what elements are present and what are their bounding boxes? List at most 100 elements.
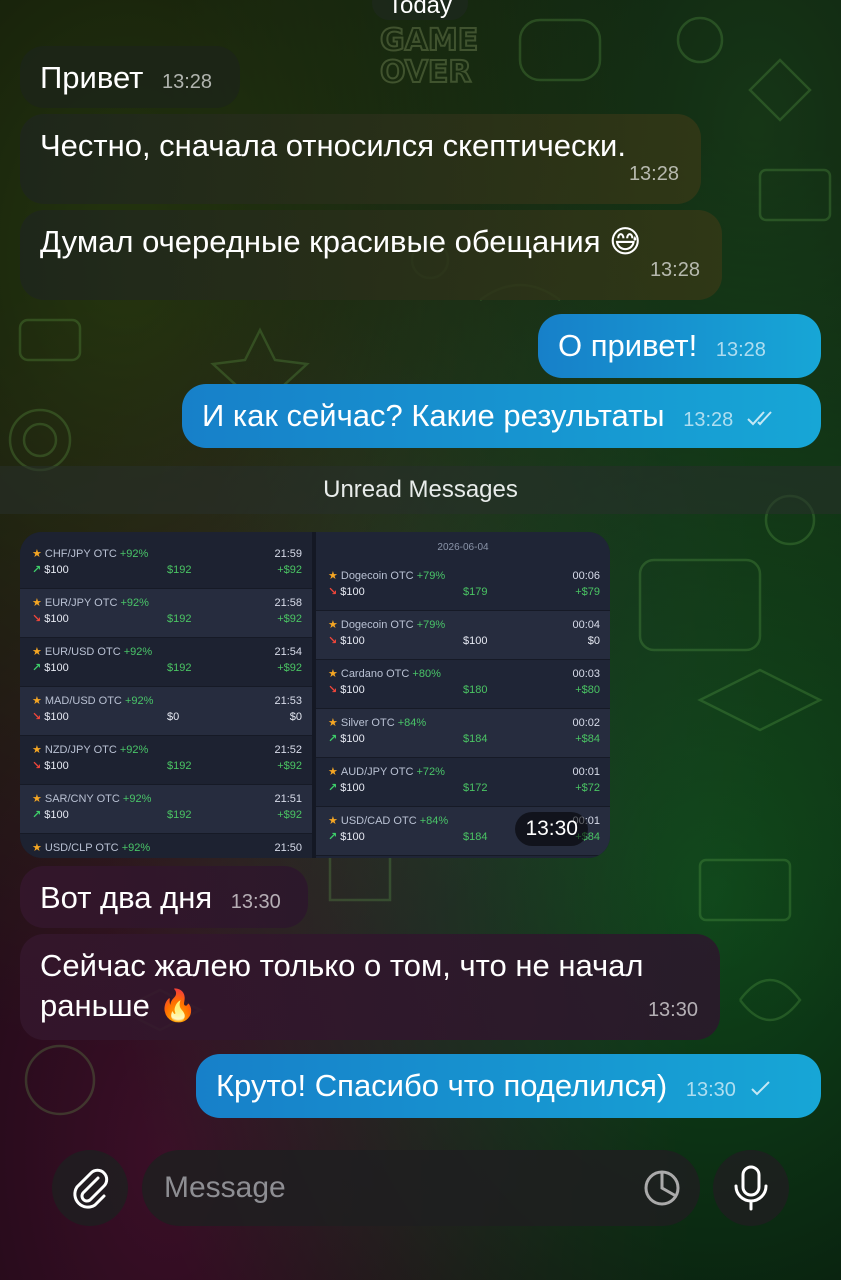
message-outgoing[interactable]: О привет! 13:28 [538,314,821,400]
arrow-up-icon: ↗ [32,809,42,821]
trade-payout: $192 [167,809,192,821]
message-incoming[interactable]: Честно, сначала относился скептически. 1… [20,114,701,204]
photo-message[interactable]: ★ CHF/JPY OTC +92% 21:59 ↗ $100 $192 +$92 ★ EUR/… [20,532,610,858]
trade-payout: $180 [463,684,488,696]
trade-row: ★ USD/CLP OTC +92% 21:50 [20,834,312,858]
star-icon: ★ [328,766,338,778]
message-time: 13:28 [628,163,679,185]
arrow-up-icon: ↗ [328,831,338,843]
star-icon: ★ [32,842,42,854]
trade-payout: $192 [167,613,192,625]
date-pill: Today [372,0,468,20]
trade-payout: $172 [463,782,488,794]
trade-amount: ↗ $100 [32,564,69,576]
trade-time: 21:50 [274,842,302,854]
trade-amount: ↗ $100 [328,831,365,843]
trade-time: 21:52 [274,744,302,756]
arrow-up-icon: ↗ [328,733,338,745]
trade-profit: +$80 [575,684,600,696]
trade-row: ★ SAR/CNY OTC +92% 21:51 ↗ $100 $192 +$92 [20,785,312,834]
trade-date: 2026-06-04 [437,542,489,553]
message-text: Привет [40,60,144,95]
message-time: 13:30 [685,1079,736,1101]
message-input-container[interactable] [142,1150,700,1226]
trade-row: ★ MAD/USD OTC +92% 21:53 ↘ $100 $0 $0 [20,687,312,736]
trade-row: ★ EUR/JPY OTC +92% 21:58 ↘ $100 $192 +$92 [20,589,312,638]
paperclip-icon [73,1168,109,1209]
arrow-down-icon: ↘ [32,711,42,723]
svg-text:OVER: OVER [380,55,472,90]
message-outgoing[interactable]: Круто! Спасибо что поделился) 13:30 [196,1054,821,1118]
trade-pair: ★ USD/CLP OTC +92% [32,842,151,854]
message-time: 13:28 [715,339,766,361]
arrow-down-icon: ↘ [328,586,338,598]
message-time: 13:30 [230,891,281,913]
trade-row: ★ CHF/JPY OTC +92% 21:59 ↗ $100 $192 +$92 [20,540,312,589]
message-text: О привет! [558,328,698,363]
message-text: И как сейчас? Какие результаты [202,398,665,433]
message-text: Сейчас жалею только о том, что не начал … [40,948,644,1023]
trade-pair: ★ EUR/JPY OTC +92% [32,597,149,609]
message-incoming[interactable]: Сейчас жалею только о том, что не начал … [20,934,720,1040]
trade-payout: $184 [463,831,488,843]
trade-amount: ↘ $100 [32,760,69,772]
trade-profit: +$92 [277,564,302,576]
trade-pair: ★ Dogecoin OTC +79% [328,570,446,582]
message-text: Вот два дня [40,880,213,915]
trade-time: 00:06 [572,570,600,582]
trade-payout: $179 [463,586,488,598]
trade-amount: ↘ $100 [328,586,365,598]
svg-text:GAME: GAME [380,23,478,58]
trade-profit: +$92 [277,809,302,821]
trade-pair: ★ CHF/JPY OTC +92% [32,548,149,560]
microphone-icon [734,1165,768,1211]
arrow-down-icon: ↘ [328,635,338,647]
attach-button[interactable] [52,1150,128,1226]
trade-amount: ↘ $100 [32,613,69,625]
trade-amount: ↘ $100 [32,711,69,723]
trade-pair: ★ Silver OTC +84% [328,717,427,729]
trade-profit: +$72 [575,782,600,794]
trade-payout: $100 [463,635,488,647]
arrow-down-icon: ↘ [32,760,42,772]
trade-row: ★ EUR/USD OTC +92% 21:54 ↗ $100 $192 +$92 [20,638,312,687]
arrow-up-icon: ↗ [32,662,42,674]
microphone-button[interactable] [713,1150,789,1226]
trade-pair: ★ EUR/USD OTC +92% [32,646,153,658]
star-icon: ★ [32,548,42,560]
trade-pair: ★ Dogecoin OTC +79% [328,619,446,631]
trade-time: 21:51 [274,793,302,805]
trade-pair: ★ NZD/JPY OTC +92% [32,744,149,756]
trade-time: 00:02 [572,717,600,729]
arrow-down-icon: ↘ [328,684,338,696]
message-time: 13:28 [683,409,734,431]
trade-profit: +$92 [277,662,302,674]
trade-amount: ↗ $100 [32,662,69,674]
trade-time: 00:03 [572,668,600,680]
trade-row: ★ NZD/JPY OTC +92% 21:52 ↘ $100 $192 +$92 [20,736,312,785]
trade-row: ★ AUD/JPY OTC +72% 00:01 ↗ $100 $172 +$72 [316,758,610,807]
star-icon: ★ [328,570,338,582]
sticker-icon[interactable] [642,1168,682,1208]
message-incoming[interactable]: Привет 13:28 [20,46,240,108]
message-text: Думал очередные красивые обещания 😅 [40,224,642,259]
trade-amount: ↘ $100 [328,684,365,696]
star-icon: ★ [32,793,42,805]
message-incoming[interactable]: Думал очередные красивые обещания 😅 13:2… [20,210,722,300]
star-icon: ★ [328,619,338,631]
trade-payout: $192 [167,760,192,772]
trade-profit: +$79 [575,586,600,598]
trade-time: 21:53 [274,695,302,707]
trade-time: 21:59 [274,548,302,560]
trade-pair: ★ Cardano OTC +80% [328,668,441,680]
trade-amount: ↘ $100 [328,635,365,647]
message-outgoing[interactable]: И как сейчас? Какие результаты 13:28 [182,384,821,448]
message-time: 13:30 [647,999,698,1021]
trade-profit: +$84 [575,733,600,745]
arrow-down-icon: ↘ [32,613,42,625]
trade-profit: +$92 [277,613,302,625]
message-incoming[interactable]: Вот два дня 13:30 [20,866,308,928]
trade-amount: ↗ $100 [328,782,365,794]
trade-payout: $184 [463,733,488,745]
message-input[interactable] [164,1150,624,1226]
